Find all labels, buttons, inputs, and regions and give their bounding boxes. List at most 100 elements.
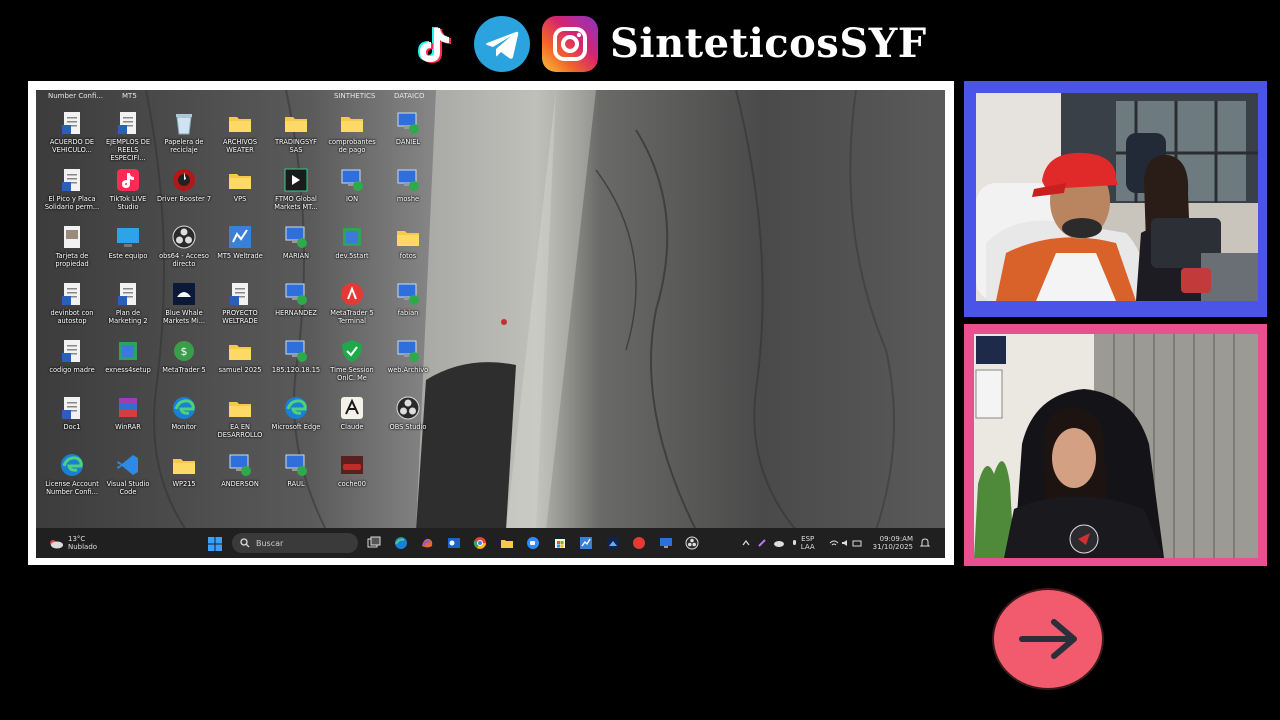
desktop-shortcut[interactable]: Driver Booster 7 bbox=[156, 167, 212, 203]
next-arrow-button[interactable] bbox=[992, 588, 1104, 690]
metatrader-red-icon[interactable] bbox=[632, 535, 646, 549]
desktop-top-label: Number Confi... bbox=[48, 92, 104, 100]
desktop-shortcut-label: exness4setup bbox=[105, 366, 151, 374]
desktop-shortcut[interactable]: devinbot con autostop bbox=[44, 281, 100, 325]
desktop-shortcut[interactable]: MARIAN bbox=[268, 224, 324, 260]
desktop-shortcut[interactable]: HERNANDEZ bbox=[268, 281, 324, 317]
clock[interactable]: 09:09:AM 31/10/2025 bbox=[873, 535, 913, 551]
language-indicator[interactable]: ESP LAA bbox=[801, 535, 815, 551]
desktop-shortcut[interactable]: ACUERDO DE VEHICULO... bbox=[44, 110, 100, 154]
desktop-shortcut-label: Driver Booster 7 bbox=[156, 195, 212, 203]
remote-desktop-icon bbox=[395, 281, 421, 307]
explorer-icon[interactable] bbox=[500, 535, 514, 549]
edge-icon[interactable] bbox=[394, 535, 408, 549]
desktop-shortcut[interactable]: fotos bbox=[380, 224, 436, 260]
desktop-shortcut[interactable]: Este equipo bbox=[100, 224, 156, 260]
desktop-shortcut[interactable]: WinRAR bbox=[100, 395, 156, 431]
installer-icon bbox=[115, 338, 141, 364]
desktop-shortcut[interactable]: ION bbox=[324, 167, 380, 203]
desktop-shortcut[interactable]: DANIEL bbox=[380, 110, 436, 146]
header-bar: SinteticosSYF bbox=[0, 14, 1280, 74]
desktop-shortcut[interactable]: WP215 bbox=[156, 452, 212, 488]
chrome-icon[interactable] bbox=[473, 535, 487, 549]
desktop-shortcut[interactable]: FTMO Global Markets MT... bbox=[268, 167, 324, 211]
desktop-shortcut[interactable]: Plan de Marketing 2 bbox=[100, 281, 156, 325]
telegram-icon[interactable] bbox=[474, 16, 530, 72]
desktop-shortcut[interactable]: ARCHIVOS WEATER bbox=[212, 110, 268, 154]
desktop-shortcut[interactable]: exness4setup bbox=[100, 338, 156, 374]
weather-temp: 13°C bbox=[68, 535, 86, 543]
edge-icon bbox=[59, 452, 85, 478]
desktop-shortcut-label: codigo madre bbox=[49, 366, 95, 374]
doc-image-icon bbox=[59, 224, 85, 250]
desktop-shortcut[interactable]: Time Session OnlC. Me bbox=[324, 338, 380, 382]
zoom-icon[interactable] bbox=[526, 535, 540, 549]
desktop-shortcut[interactable]: moshe bbox=[380, 167, 436, 203]
desktop-shortcut[interactable]: $ MetaTrader 5 bbox=[156, 338, 212, 374]
folder-icon bbox=[171, 452, 197, 478]
desktop-shortcut[interactable]: OBS Studio bbox=[380, 395, 436, 431]
desktop-shortcut[interactable]: coche00 bbox=[324, 452, 380, 488]
desktop-shortcut[interactable]: TRADINGSYF SAS bbox=[268, 110, 324, 154]
photos-icon[interactable] bbox=[606, 535, 620, 549]
desktop-shortcut[interactable]: Visual Studio Code bbox=[100, 452, 156, 496]
desktop-shortcut[interactable]: ANDERSON bbox=[212, 452, 268, 488]
desktop-shortcut-label: Time Session OnlC. Me bbox=[330, 366, 374, 382]
desktop-shortcut[interactable]: TikTok LIVE Studio bbox=[100, 167, 156, 211]
desktop-shortcut-label: Plan de Marketing 2 bbox=[108, 309, 148, 325]
desktop-shortcut-label: FTMO Global Markets MT... bbox=[274, 195, 318, 211]
desktop-shortcut[interactable]: License Account Number Confi... bbox=[44, 452, 100, 496]
desktop-shortcut[interactable]: EA EN DESARROLLO bbox=[212, 395, 268, 439]
task-view-icon[interactable] bbox=[367, 535, 381, 549]
desktop-shortcut[interactable]: codigo madre bbox=[44, 338, 100, 374]
desktop-shortcut[interactable]: Doc1 bbox=[44, 395, 100, 431]
network-volume-battery-icon[interactable] bbox=[829, 538, 863, 548]
car-image-icon bbox=[339, 452, 365, 478]
desktop-shortcut[interactable]: dev.5start bbox=[324, 224, 380, 260]
folder-icon bbox=[339, 110, 365, 136]
desktop-shortcut-label: 185.120.18.15 bbox=[271, 366, 321, 374]
copilot-icon[interactable] bbox=[420, 535, 434, 549]
desktop-shortcut-label: Doc1 bbox=[63, 423, 81, 431]
desktop-shortcut[interactable]: RAUL bbox=[268, 452, 324, 488]
desktop-shortcut[interactable]: EJEMPLOS DE REELS ESPECIFI... bbox=[100, 110, 156, 162]
desktop-shortcut[interactable]: Blue Whale Markets Mi... bbox=[156, 281, 212, 325]
desktop-shortcut[interactable]: Microsoft Edge bbox=[268, 395, 324, 431]
store-icon[interactable] bbox=[553, 535, 567, 549]
edge-icon bbox=[283, 395, 309, 421]
mt5-icon[interactable] bbox=[579, 535, 593, 549]
desktop-shortcut[interactable]: Tarjeta de propiedad bbox=[44, 224, 100, 268]
taskbar-search[interactable]: Buscar bbox=[232, 533, 358, 553]
desktop-shortcut[interactable]: web.Archivo bbox=[380, 338, 436, 374]
desktop-shortcut[interactable]: 185.120.18.15 bbox=[268, 338, 324, 374]
desktop-shortcut-label: TikTok LIVE Studio bbox=[109, 195, 147, 211]
remote-desktop-icon[interactable] bbox=[659, 535, 673, 549]
instagram-icon[interactable] bbox=[542, 16, 598, 72]
desktop-shortcut[interactable]: MT5 Weltrade bbox=[212, 224, 268, 260]
lang-top: ESP bbox=[801, 535, 815, 543]
notification-icon[interactable] bbox=[919, 537, 931, 549]
tiktok-icon[interactable] bbox=[404, 16, 460, 72]
desktop-shortcut[interactable]: samuel 2025 bbox=[212, 338, 268, 374]
desktop-shortcut-label: WP215 bbox=[172, 480, 196, 488]
tray-icons[interactable] bbox=[741, 538, 801, 548]
desktop-shortcut[interactable]: fabian bbox=[380, 281, 436, 317]
outlook-icon[interactable] bbox=[447, 535, 461, 549]
weather-widget[interactable]: 13°C Nublado bbox=[48, 528, 97, 558]
remote-desktop-icon bbox=[283, 224, 309, 250]
webcam-2-scene bbox=[974, 334, 1258, 558]
desktop-shortcut[interactable]: Claude bbox=[324, 395, 380, 431]
desktop-shortcut-label: MetaTrader 5 Terminal bbox=[330, 309, 374, 325]
desktop-shortcut[interactable]: MetaTrader 5 Terminal bbox=[324, 281, 380, 325]
desktop-shortcut[interactable]: VPS bbox=[212, 167, 268, 203]
desktop-shortcut[interactable]: Papelera de reciclaje bbox=[156, 110, 212, 154]
desktop-shortcut[interactable]: obs64 - Acceso directo bbox=[156, 224, 212, 268]
remote-desktop-icon bbox=[339, 167, 365, 193]
desktop-shortcut[interactable]: Monitor bbox=[156, 395, 212, 431]
desktop-shortcut[interactable]: El Pico y Placa Solidario perm... bbox=[44, 167, 100, 211]
desktop-shortcut-label: DANIEL bbox=[395, 138, 421, 146]
start-button[interactable] bbox=[208, 536, 222, 551]
obs-icon[interactable] bbox=[685, 535, 699, 550]
desktop-shortcut[interactable]: PROYECTO WELTRADE bbox=[212, 281, 268, 325]
desktop-shortcut[interactable]: comprobantes de pago bbox=[324, 110, 380, 154]
